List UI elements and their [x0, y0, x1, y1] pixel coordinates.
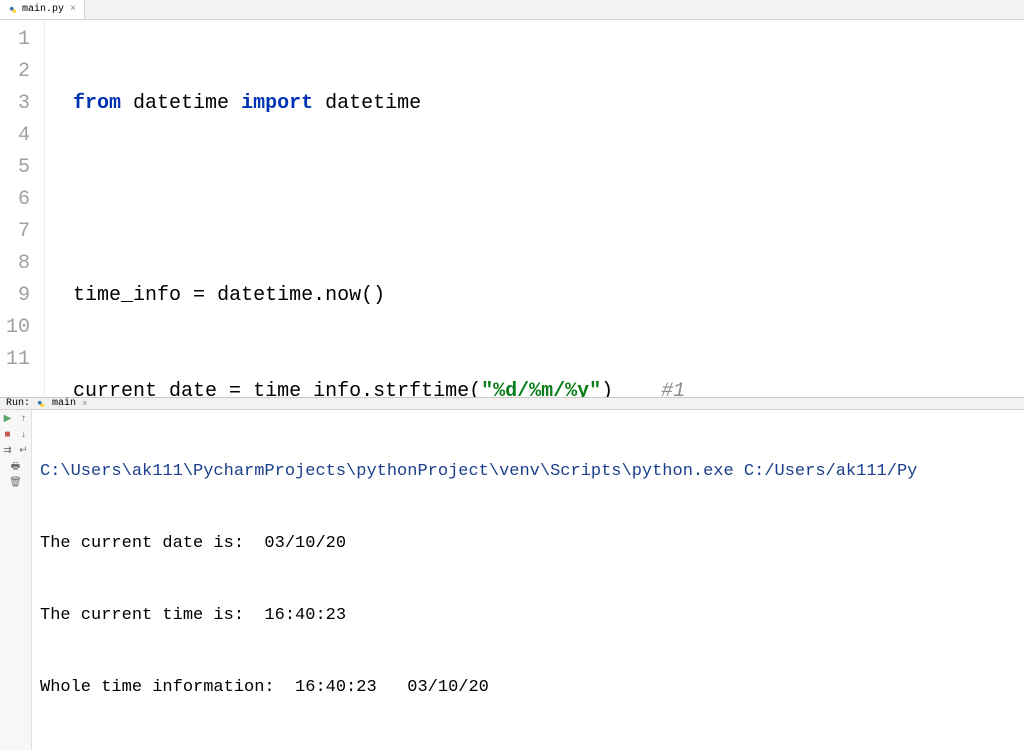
code-editor[interactable]: 1 2 3 4 5 6 7 8 9 10 11 from datetime im…	[0, 20, 1024, 397]
console-line: Whole time information: 16:40:23 03/10/2…	[40, 676, 1016, 700]
run-label: Run:	[6, 398, 30, 409]
file-tab[interactable]: main.py ×	[0, 0, 85, 19]
code-content[interactable]: from datetime import datetime time_info …	[45, 20, 1024, 397]
line-number: 8	[6, 248, 30, 280]
line-number: 10	[6, 312, 30, 344]
run-body: ▶ ↑ ■ ↓ ⇉ ↵ 🖶 🗑 C:\Users\ak111\PycharmPr…	[0, 410, 1024, 750]
up-button[interactable]: ↑	[17, 412, 31, 426]
code-line: time_info = datetime.now()	[73, 280, 1024, 312]
code-line: current_date = time_info.strftime("%d/%m…	[73, 376, 1024, 397]
line-number: 11	[6, 344, 30, 376]
line-gutter: 1 2 3 4 5 6 7 8 9 10 11	[0, 20, 45, 397]
editor-tab-bar: main.py ×	[0, 0, 1024, 20]
console-line: The current time is: 16:40:23	[40, 604, 1016, 628]
console-command: C:\Users\ak111\PycharmProjects\pythonPro…	[40, 460, 1016, 484]
code-line	[73, 184, 1024, 216]
console-line: The current date is: 03/10/20	[40, 532, 1016, 556]
line-number: 2	[6, 56, 30, 88]
console-output[interactable]: C:\Users\ak111\PycharmProjects\pythonPro…	[32, 410, 1024, 750]
python-file-icon	[8, 5, 18, 15]
close-icon[interactable]: ×	[82, 399, 87, 409]
run-toolbar: ▶ ↑ ■ ↓ ⇉ ↵ 🖶 🗑	[0, 410, 32, 750]
python-run-icon	[36, 399, 46, 409]
line-number: 7	[6, 216, 30, 248]
line-number: 1	[6, 24, 30, 56]
line-number: 4	[6, 120, 30, 152]
line-number: 3	[6, 88, 30, 120]
close-icon[interactable]: ×	[70, 4, 76, 15]
down-button[interactable]: ↓	[17, 428, 31, 442]
stop-button[interactable]: ■	[1, 428, 15, 442]
run-panel: Run: main × ▶ ↑ ■ ↓ ⇉ ↵ 🖶 🗑	[0, 397, 1024, 522]
trash-button[interactable]: 🗑	[9, 476, 23, 490]
code-line: from datetime import datetime	[73, 88, 1024, 120]
print-button[interactable]: 🖶	[9, 460, 23, 474]
line-number: 6	[6, 184, 30, 216]
run-header: Run: main ×	[0, 398, 1024, 410]
line-number: 9	[6, 280, 30, 312]
line-number: 5	[6, 152, 30, 184]
rerun-button[interactable]: ▶	[1, 412, 15, 426]
tab-filename: main.py	[22, 4, 64, 15]
run-config-name[interactable]: main	[52, 398, 76, 409]
wrap-button[interactable]: ↵	[17, 444, 31, 458]
layout-button[interactable]: ⇉	[1, 444, 15, 458]
